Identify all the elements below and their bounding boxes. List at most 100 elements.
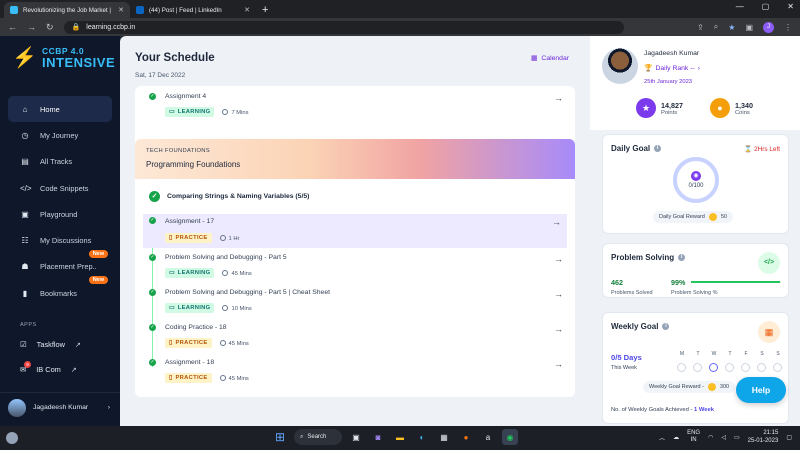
clock-icon <box>219 374 226 381</box>
volume-icon[interactable]: ◁ <box>721 434 726 441</box>
sidebar-item-my-journey[interactable]: ◷ My Journey <box>8 122 112 148</box>
sidebar-item-code-snippets[interactable]: </> Code Snippets <box>8 175 112 201</box>
sidebar-item-label: Code Snippets <box>40 183 89 193</box>
day-status-circle <box>709 363 718 372</box>
schedule-item[interactable]: ✓ Coding Practice - 18 ▯ PRACTICE 45 Mins… <box>149 324 569 354</box>
book-icon: ▭ <box>169 109 175 115</box>
new-badge: New <box>88 276 108 285</box>
language-indicator[interactable]: ENG IN <box>687 430 700 444</box>
sidebar-item-playground[interactable]: ▣ Playground <box>8 201 112 227</box>
arrow-right-icon[interactable]: → <box>554 254 563 264</box>
duration-text: 45 Mins <box>231 270 252 277</box>
schedule-card-section: TECH FOUNDATIONS Programming Foundations… <box>135 139 575 397</box>
star-icon[interactable]: ★ <box>728 23 735 32</box>
app-item-ib-com[interactable]: ✉ 9 IB Com ↗ <box>8 357 112 382</box>
taskbar: ⊞ ⌕ Search ▣ ◙ ▬ ◐ ▦ ● a ◉ ︿ ☁ ENG IN ◠ ◁… <box>0 426 800 450</box>
chevron-right-icon: › <box>107 404 110 411</box>
help-button[interactable]: Help <box>736 377 786 403</box>
ccbp-favicon <box>10 6 18 14</box>
learning-tag: ▭ LEARNING <box>165 107 215 117</box>
arrow-right-icon[interactable]: → <box>554 359 563 369</box>
info-icon[interactable]: i <box>662 323 670 330</box>
duration-text: 10 Mins <box>231 305 252 312</box>
notifications-icon[interactable]: ▢ <box>786 434 792 441</box>
home-icon: ⌂ <box>22 104 28 114</box>
firefox-icon[interactable]: ● <box>458 429 474 445</box>
zoom-icon[interactable]: ⌕ <box>714 22 718 32</box>
cloud-icon[interactable]: ☁ <box>673 434 679 441</box>
language-line2: IN <box>690 437 697 443</box>
calendar-icon: ▦ <box>531 55 538 62</box>
day-status-circle <box>757 363 766 372</box>
menu-icon[interactable]: ⋮ <box>784 23 792 32</box>
wifi-icon[interactable]: ◠ <box>708 434 713 441</box>
schedule-item-title: Assignment - 17 <box>165 218 215 225</box>
avatar[interactable] <box>602 48 638 84</box>
daily-goal-card: Daily Goal i ⌛ 2Hrs Left ◉ 0/100 Daily G… <box>602 134 789 234</box>
schedule-item[interactable]: ✓ Problem Solving and Debugging - Part 5… <box>149 254 569 284</box>
info-icon[interactable]: i <box>654 145 662 152</box>
duration: 10 Mins <box>222 304 252 312</box>
windows-start-icon[interactable]: ⊞ <box>272 429 288 445</box>
forward-icon[interactable]: → <box>27 22 36 32</box>
share-icon[interactable]: ⇪ <box>697 23 704 32</box>
placement-icon: ☗ <box>21 262 29 272</box>
chevron-up-icon[interactable]: ︿ <box>659 433 665 442</box>
weather-icon[interactable] <box>6 432 18 444</box>
back-icon[interactable]: ← <box>8 22 17 32</box>
arrow-right-icon[interactable]: → <box>554 324 563 334</box>
schedule-item[interactable]: ✓ Assignment 4 ▭ LEARNING 7 Mins → <box>149 93 569 123</box>
check-icon: ✓ <box>149 191 160 202</box>
chrome-icon[interactable]: ◉ <box>502 429 518 445</box>
taskflow-icon: ☑ <box>20 340 27 349</box>
arrow-right-icon[interactable]: → <box>554 93 563 103</box>
minimize-icon[interactable]: — <box>736 2 744 11</box>
daily-rank-link[interactable]: 🏆 Daily Rank -- › <box>644 64 700 73</box>
chat-icon[interactable]: ◙ <box>370 429 386 445</box>
sidebar-item-label: Playground <box>40 209 78 219</box>
apps-list: ☑ Taskflow ↗ ✉ 9 IB Com ↗ <box>8 332 112 382</box>
file-explorer-icon[interactable]: ▬ <box>392 429 408 445</box>
discussion-icon: ☷ <box>21 236 29 246</box>
close-tab-icon[interactable]: ✕ <box>118 6 124 14</box>
section-body: ✓ Comparing Strings & Naming Variables (… <box>135 179 575 397</box>
schedule-item[interactable]: ✓ Problem Solving and Debugging - Part 5… <box>149 289 569 319</box>
info-icon[interactable]: i <box>678 254 686 261</box>
sidebar-item-all-tracks[interactable]: ▤ All Tracks <box>8 149 112 175</box>
schedule-item[interactable]: ✓ Assignment - 17 ▯ PRACTICE 1 Hr → <box>143 214 567 248</box>
new-tab-button[interactable]: + <box>262 2 268 18</box>
ccbp-logo[interactable]: ⚡ CCBP 4.0 INTENSIVE <box>12 46 115 69</box>
code-icon: </> <box>20 183 32 193</box>
tag-label: PRACTICE <box>175 235 208 241</box>
store-icon[interactable]: ▦ <box>436 429 452 445</box>
url-field[interactable]: 🔒 learning.ccbp.in <box>63 20 624 34</box>
edge-icon[interactable]: ◐ <box>414 429 430 445</box>
sidebar-user[interactable]: Jagadeesh Kumar › <box>0 392 120 422</box>
browser-tab-ccbp[interactable]: Revolutionizing the Job Market | ✕ <box>4 2 130 18</box>
close-window-icon[interactable]: ✕ <box>787 2 794 11</box>
arrow-right-icon[interactable]: → <box>552 217 561 227</box>
weekday-label: W <box>711 351 717 357</box>
arrow-right-icon[interactable]: → <box>554 289 563 299</box>
close-tab-icon[interactable]: ✕ <box>244 6 250 14</box>
sidebar-item-label: Bookmarks <box>40 288 77 298</box>
maximize-icon[interactable]: ▢ <box>762 2 770 11</box>
task-view-icon[interactable]: ▣ <box>348 429 364 445</box>
browser-tab-linkedin[interactable]: (44) Post | Feed | LinkedIn ✕ <box>130 2 256 18</box>
problem-solving-card: Problem Solving i </> 462 Problems Solve… <box>602 243 789 298</box>
extensions-icon[interactable]: ▣ <box>745 23 753 32</box>
app-item-taskflow[interactable]: ☑ Taskflow ↗ <box>8 332 112 357</box>
calendar-link[interactable]: ▦ Calendar <box>531 54 569 63</box>
profile-avatar-icon[interactable]: J <box>763 21 774 33</box>
battery-icon[interactable]: ▭ <box>734 434 740 441</box>
reload-icon[interactable]: ↻ <box>46 22 54 33</box>
clock[interactable]: 21:15 25-01-2023 <box>748 429 779 445</box>
clock-icon <box>219 339 226 346</box>
sidebar-item-home[interactable]: ⌂ Home <box>8 96 112 123</box>
schedule-item[interactable]: ✓ Assignment - 18 ▯ PRACTICE 45 Mins → <box>149 359 569 389</box>
amazon-icon[interactable]: a <box>480 429 496 445</box>
coins-label: Coins <box>735 109 750 116</box>
taskbar-search[interactable]: ⌕ Search <box>294 429 342 445</box>
sidebar-item-bookmarks[interactable]: ▮ Bookmarks New <box>8 276 112 306</box>
sidebar-item-label: Home <box>40 104 60 114</box>
